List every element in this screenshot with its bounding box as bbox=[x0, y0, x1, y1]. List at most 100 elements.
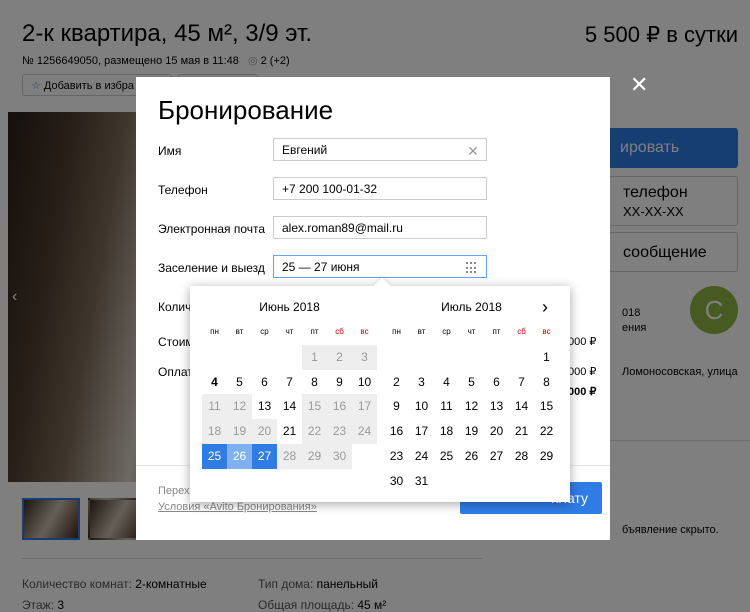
calendar-empty-cell bbox=[484, 469, 509, 494]
day-grid: 1 2 3 4 5 6 7 8 9 10 11 12 13 14 15 16 17 18 19 20 21 22 23 24 2… bbox=[202, 344, 377, 469]
calendar-day[interactable]: 5 bbox=[459, 370, 484, 395]
calendar-day[interactable]: 12 bbox=[459, 394, 484, 419]
calendar-day[interactable]: 21 bbox=[277, 419, 302, 444]
calendar-day[interactable]: 6 bbox=[484, 370, 509, 395]
calendar-empty-cell bbox=[509, 469, 534, 494]
weekday: пн bbox=[210, 327, 219, 336]
month-july: Июль 2018 пн вт ср чт пт сб вс 123456789… bbox=[384, 300, 559, 494]
calendar-day[interactable]: 21 bbox=[509, 419, 534, 444]
calendar-day: 24 bbox=[352, 419, 377, 444]
calendar-day: 23 bbox=[327, 419, 352, 444]
weekday: чт bbox=[467, 327, 476, 336]
calendar-day: 1 bbox=[302, 344, 327, 370]
weekday: вт bbox=[417, 327, 426, 336]
weekday: пн bbox=[392, 327, 401, 336]
weekday-weekend: сб bbox=[517, 327, 526, 336]
calendar-day[interactable]: 9 bbox=[384, 394, 409, 419]
calendar-empty-cell bbox=[459, 469, 484, 494]
month-title: Июнь 2018 bbox=[259, 300, 320, 314]
calendar-day[interactable]: 10 bbox=[409, 394, 434, 419]
calendar-day[interactable]: 14 bbox=[509, 394, 534, 419]
calendar-day[interactable]: 11 bbox=[434, 394, 459, 419]
terms-link[interactable]: Условия «Avito Бронирования» bbox=[158, 501, 317, 513]
calendar-day[interactable]: 2 bbox=[384, 370, 409, 395]
calendar-day[interactable]: 15 bbox=[534, 394, 559, 419]
calendar-day[interactable]: 30 bbox=[384, 469, 409, 494]
calendar-day[interactable]: 18 bbox=[434, 419, 459, 444]
calendar-day[interactable]: 19 bbox=[459, 419, 484, 444]
calendar-day[interactable]: 22 bbox=[534, 419, 559, 444]
weekday-row: пн вт ср чт пт сб вс bbox=[384, 320, 559, 345]
calendar-day[interactable]: 13 bbox=[484, 394, 509, 419]
calendar-day[interactable]: 17 bbox=[409, 419, 434, 444]
calendar-day[interactable]: 5 bbox=[227, 370, 252, 395]
modal-title: Бронирование bbox=[158, 95, 334, 125]
date-picker: Июнь 2018 пн вт ср чт пт сб вс 123456789… bbox=[190, 277, 570, 502]
calendar-day[interactable]: 6 bbox=[252, 370, 277, 395]
payment-label: Оплат bbox=[158, 365, 193, 379]
email-input[interactable] bbox=[273, 216, 487, 239]
calendar-day[interactable]: 9 bbox=[327, 370, 352, 395]
calendar-day[interactable]: 27 bbox=[484, 444, 509, 469]
calendar-day: 16 bbox=[327, 394, 352, 420]
calendar-empty-cell bbox=[384, 345, 409, 370]
weekday-row: пн вт ср чт пт сб вс bbox=[202, 320, 377, 345]
calendar-empty-cell bbox=[434, 345, 459, 370]
calendar-empty-cell bbox=[484, 345, 509, 370]
calendar-empty-cell bbox=[252, 345, 277, 370]
calendar-day[interactable]: 1 bbox=[534, 345, 559, 370]
calendar-day[interactable]: 8 bbox=[534, 370, 559, 395]
calendar-day: 19 bbox=[227, 419, 252, 444]
weekday-weekend: сб bbox=[335, 327, 344, 336]
calendar-day[interactable]: 8 bbox=[302, 370, 327, 395]
calendar-icon[interactable] bbox=[466, 262, 478, 274]
calendar-empty-cell bbox=[277, 345, 302, 370]
cost-label: Стоим bbox=[158, 335, 194, 349]
calendar-day[interactable]: 25 bbox=[434, 444, 459, 469]
calendar-day[interactable]: 4 bbox=[434, 370, 459, 395]
calendar-day: 28 bbox=[277, 443, 302, 469]
phone-input[interactable] bbox=[273, 177, 487, 200]
clear-icon[interactable]: ✕ bbox=[466, 144, 480, 158]
calendar-day: 17 bbox=[352, 394, 377, 420]
calendar-day[interactable]: 14 bbox=[277, 394, 302, 419]
calendar-empty-cell bbox=[459, 345, 484, 370]
close-icon[interactable]: ✕ bbox=[630, 72, 648, 98]
calendar-day[interactable]: 29 bbox=[534, 444, 559, 469]
dates-input[interactable] bbox=[273, 255, 487, 278]
phone-label: Телефон bbox=[158, 183, 208, 197]
calendar-day[interactable]: 20 bbox=[484, 419, 509, 444]
chevron-right-icon[interactable]: › bbox=[542, 298, 556, 316]
calendar-day: 2 bbox=[327, 344, 352, 370]
calendar-day[interactable]: 25 bbox=[202, 443, 227, 469]
calendar-day[interactable]: 7 bbox=[277, 370, 302, 395]
calendar-day[interactable]: 27 bbox=[252, 443, 277, 469]
footer-text: Перех bbox=[158, 485, 190, 497]
day-grid: 1 2 3 4 5 6 7 8 9 10 11 12 13 14 15 16 17 18 19 20 21 22 23 24 2… bbox=[384, 345, 559, 494]
calendar-day: 20 bbox=[252, 419, 277, 444]
calendar-day[interactable]: 16 bbox=[384, 419, 409, 444]
calendar-day: 29 bbox=[302, 443, 327, 469]
total-value: 000 ₽ bbox=[568, 366, 597, 378]
calendar-day[interactable]: 23 bbox=[384, 444, 409, 469]
weekday: ср bbox=[260, 327, 269, 336]
calendar-day[interactable]: 4 bbox=[202, 370, 227, 395]
calendar-day[interactable]: 7 bbox=[509, 370, 534, 395]
calendar-day[interactable]: 26 bbox=[459, 444, 484, 469]
calendar-day[interactable]: 26 bbox=[227, 443, 252, 469]
grand-total-value: 000 ₽ bbox=[568, 386, 597, 398]
name-input[interactable] bbox=[273, 138, 487, 161]
calendar-day: 11 bbox=[202, 394, 227, 420]
calendar-day[interactable]: 3 bbox=[409, 370, 434, 395]
weekday: пт bbox=[310, 327, 319, 336]
calendar-empty-cell bbox=[352, 444, 377, 469]
calendar-day[interactable]: 10 bbox=[352, 370, 377, 395]
weekday-weekend: вс bbox=[360, 327, 369, 336]
calendar-day[interactable]: 24 bbox=[409, 444, 434, 469]
calendar-day[interactable]: 28 bbox=[509, 444, 534, 469]
calendar-day[interactable]: 13 bbox=[252, 394, 277, 419]
calendar-empty-cell bbox=[509, 345, 534, 370]
cost-value: 000 ₽ bbox=[568, 336, 597, 348]
calendar-day[interactable]: 31 bbox=[409, 469, 434, 494]
name-label: Имя bbox=[158, 144, 182, 158]
